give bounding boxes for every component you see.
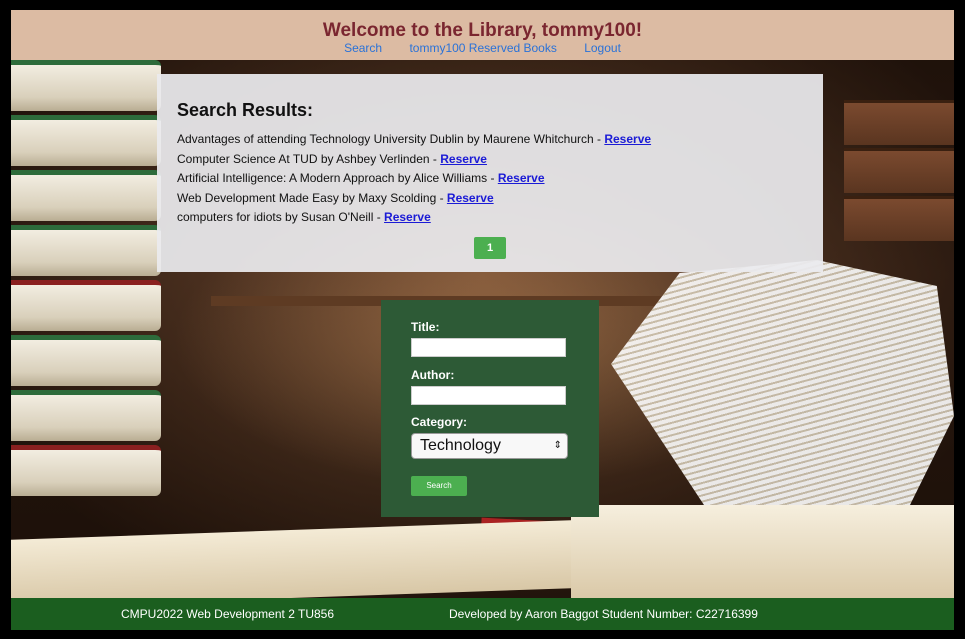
search-results-title: Search Results: — [177, 100, 314, 120]
reserve-link[interactable]: Reserve — [440, 152, 487, 166]
site-footer: CMPU2022 Web Development 2 TU856 Develop… — [11, 598, 954, 630]
search-results-list: Advantages of attending Technology Unive… — [177, 130, 651, 228]
footer-developer-text: Developed by Aaron Baggot Student Number… — [449, 607, 758, 621]
result-item: Advantages of attending Technology Unive… — [177, 130, 651, 150]
title-input[interactable] — [411, 338, 566, 357]
nav-logout-link[interactable]: Logout — [584, 41, 621, 55]
result-text: Computer Science At TUD by Ashbey Verlin… — [177, 151, 441, 166]
result-text: Web Development Made Easy by Maxy Scoldi… — [177, 190, 447, 205]
browser-viewport: Welcome to the Library, tommy100! Search… — [11, 10, 954, 630]
reserve-link[interactable]: Reserve — [498, 171, 545, 185]
category-select[interactable]: Technology ⇕ — [411, 433, 568, 459]
site-header: Welcome to the Library, tommy100! Search… — [11, 10, 954, 60]
result-item: Artificial Intelligence: A Modern Approa… — [177, 169, 651, 189]
nav-search-link[interactable]: Search — [344, 41, 382, 55]
nav-reserved-books-link[interactable]: tommy100 Reserved Books — [409, 41, 556, 55]
result-item: Computer Science At TUD by Ashbey Verlin… — [177, 150, 651, 170]
search-results-panel: Search Results: Advantages of attending … — [157, 74, 823, 272]
title-label: Title: — [411, 320, 440, 334]
category-label: Category: — [411, 415, 468, 429]
result-text: computers for idiots by Susan O'Neill - — [177, 210, 385, 225]
reserve-link[interactable]: Reserve — [384, 210, 431, 224]
pagination-page-button[interactable]: 1 — [474, 237, 506, 259]
result-item: Web Development Made Easy by Maxy Scoldi… — [177, 189, 651, 209]
reserve-link[interactable]: Reserve — [604, 132, 651, 146]
author-label: Author: — [411, 368, 455, 382]
reserve-link[interactable]: Reserve — [447, 191, 494, 205]
footer-course-text: CMPU2022 Web Development 2 TU856 — [121, 607, 334, 621]
nav-bar: Search tommy100 Reserved Books Logout — [11, 41, 954, 55]
result-text: Artificial Intelligence: A Modern Approa… — [177, 171, 498, 186]
result-item: computers for idiots by Susan O'Neill - … — [177, 208, 651, 228]
select-arrows-icon: ⇕ — [553, 440, 562, 451]
search-form: Title: Author: Category: Technology ⇕ Se… — [381, 300, 599, 517]
result-text: Advantages of attending Technology Unive… — [177, 132, 605, 146]
author-input[interactable] — [411, 386, 566, 405]
welcome-heading: Welcome to the Library, tommy100! — [322, 20, 643, 41]
search-button[interactable]: Search — [411, 476, 467, 496]
category-selected-value: Technology — [420, 437, 501, 454]
